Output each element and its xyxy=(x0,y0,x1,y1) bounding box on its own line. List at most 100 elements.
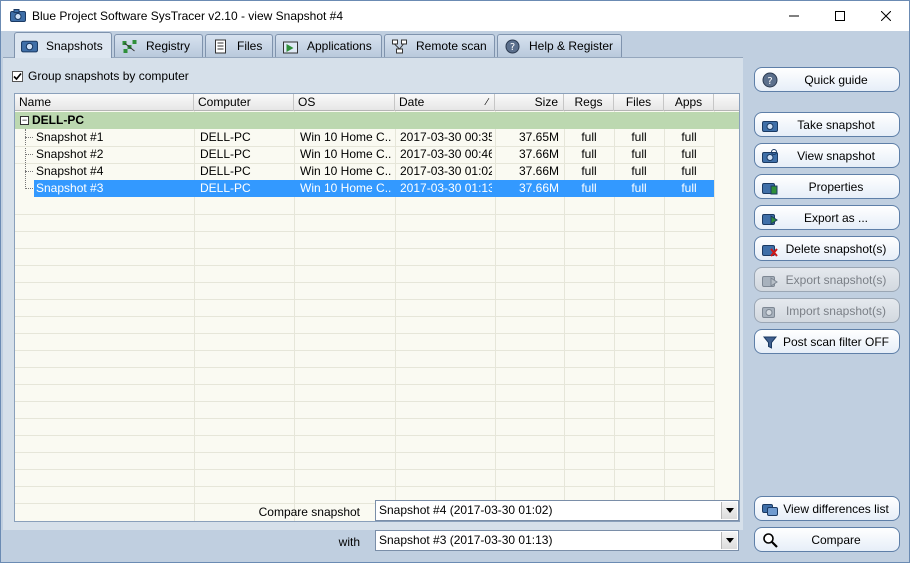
cell-os: Win 10 Home C... xyxy=(300,181,392,195)
cell-date: 2017-03-30 01:13 xyxy=(400,181,492,195)
column-header-apps[interactable]: Apps xyxy=(664,94,714,111)
camera-icon xyxy=(762,121,778,132)
minimize-icon xyxy=(789,15,799,17)
row-divider xyxy=(15,486,714,487)
view-camera-icon xyxy=(762,149,778,163)
row-divider xyxy=(15,384,714,385)
cell-size: 37.66M xyxy=(518,147,559,161)
cell-regs: full xyxy=(581,164,597,178)
compare-snapshot-select[interactable]: Snapshot #4 (2017-03-30 01:02) xyxy=(375,500,739,521)
cell-computer: DELL-PC xyxy=(200,164,251,178)
checkbox-box[interactable] xyxy=(12,70,23,82)
view-differences-button[interactable]: View differences list xyxy=(754,496,900,521)
properties-icon xyxy=(762,183,778,195)
tab-label: Remote scan xyxy=(416,39,487,53)
registry-icon xyxy=(122,39,137,53)
column-header-date[interactable]: Date ∕ xyxy=(395,94,495,111)
cell-date: 2017-03-30 00:46 xyxy=(400,147,492,161)
cell-name: Snapshot #3 xyxy=(36,181,104,195)
cell-files: full xyxy=(631,181,647,195)
group-name: DELL-PC xyxy=(32,113,84,127)
cell-files: full xyxy=(631,147,647,161)
tab-label: Applications xyxy=(307,39,372,53)
cell-files: full xyxy=(631,130,647,144)
tab-help-register[interactable]: ? Help & Register xyxy=(497,34,622,57)
column-header-files[interactable]: Files xyxy=(614,94,664,111)
dropdown-arrow-icon[interactable] xyxy=(721,502,737,519)
take-snapshot-button[interactable]: Take snapshot xyxy=(754,112,900,137)
svg-text:?: ? xyxy=(510,42,515,53)
cell-os: Win 10 Home C... xyxy=(300,147,392,161)
cell-computer: DELL-PC xyxy=(200,147,251,161)
export-snapshots-button[interactable]: Export snapshot(s) xyxy=(754,267,900,292)
table-row[interactable]: Snapshot #1 DELL-PC Win 10 Home C... 201… xyxy=(15,129,739,146)
row-divider xyxy=(15,367,714,368)
tab-label: Registry xyxy=(146,39,191,53)
row-divider xyxy=(15,231,714,232)
quick-guide-button[interactable]: ? Quick guide xyxy=(754,67,900,92)
column-header-os[interactable]: OS xyxy=(294,94,395,111)
delete-snapshots-button[interactable]: Delete snapshot(s) xyxy=(754,236,900,261)
tab-applications[interactable]: Applications xyxy=(275,34,382,57)
delete-icon xyxy=(762,245,778,257)
table-row[interactable]: Snapshot #2 DELL-PC Win 10 Home C... 201… xyxy=(15,146,739,163)
checkmark-icon xyxy=(13,72,22,80)
row-divider xyxy=(15,214,714,215)
select-value: Snapshot #3 (2017-03-30 01:13) xyxy=(379,533,553,547)
table-row[interactable]: Snapshot #4 DELL-PC Win 10 Home C... 201… xyxy=(15,163,739,180)
row-divider xyxy=(15,435,714,436)
cell-regs: full xyxy=(581,181,597,195)
cell-apps: full xyxy=(681,181,697,195)
cell-regs: full xyxy=(581,147,597,161)
row-divider xyxy=(15,333,714,334)
window-title: Blue Project Software SysTracer v2.10 - … xyxy=(32,9,344,23)
collapse-toggle-icon[interactable]: − xyxy=(20,116,29,125)
column-header-label: Date xyxy=(399,95,425,109)
checkbox-label: Group snapshots by computer xyxy=(28,69,189,83)
row-divider xyxy=(15,299,714,300)
view-snapshot-button[interactable]: View snapshot xyxy=(754,143,900,168)
post-scan-filter-button[interactable]: Post scan filter OFF xyxy=(754,329,900,354)
tab-registry[interactable]: Registry xyxy=(114,34,203,57)
cell-size: 37.66M xyxy=(518,164,559,178)
import-snapshots-button[interactable]: Import snapshot(s) xyxy=(754,298,900,323)
main-window: Snapshots Registry Files Applications Re… xyxy=(0,31,910,563)
tab-files[interactable]: Files xyxy=(205,34,273,57)
list-header: Name Computer OS Date ∕ Size Regs Files … xyxy=(15,94,739,111)
compare-snapshot-label: Compare snapshot xyxy=(258,505,360,519)
properties-button[interactable]: Properties xyxy=(754,174,900,199)
select-value: Snapshot #4 (2017-03-30 01:02) xyxy=(379,503,553,517)
tab-remote-scan[interactable]: Remote scan xyxy=(384,34,495,57)
row-divider xyxy=(15,401,714,402)
group-row[interactable]: − DELL-PC xyxy=(15,112,739,129)
close-icon xyxy=(881,11,891,21)
help-icon: ? xyxy=(762,72,778,88)
row-divider xyxy=(15,452,714,453)
column-header-regs[interactable]: Regs xyxy=(564,94,614,111)
cell-name: Snapshot #2 xyxy=(36,147,104,161)
column-header-computer[interactable]: Computer xyxy=(194,94,294,111)
snapshot-list[interactable]: Name Computer OS Date ∕ Size Regs Files … xyxy=(14,93,740,522)
maximize-icon xyxy=(835,11,845,21)
export-as-button[interactable]: Export as ... xyxy=(754,205,900,230)
files-icon xyxy=(215,39,226,53)
tab-snapshots[interactable]: Snapshots xyxy=(14,32,112,58)
column-header-name[interactable]: Name xyxy=(15,94,194,111)
close-button[interactable] xyxy=(863,1,909,31)
maximize-button[interactable] xyxy=(817,1,863,31)
help-icon: ? xyxy=(505,39,520,53)
cell-os: Win 10 Home C... xyxy=(300,130,392,144)
network-icon xyxy=(392,39,407,53)
tab-strip: Snapshots Registry Files Applications Re… xyxy=(1,31,909,58)
compare-with-select[interactable]: Snapshot #3 (2017-03-30 01:13) xyxy=(375,530,739,551)
group-by-computer-checkbox[interactable]: Group snapshots by computer xyxy=(12,69,189,83)
dropdown-arrow-icon[interactable] xyxy=(721,532,737,549)
row-divider xyxy=(15,418,714,419)
compare-button[interactable]: Compare xyxy=(754,527,900,552)
row-divider xyxy=(15,469,714,470)
magnifier-icon xyxy=(763,533,778,548)
minimize-button[interactable] xyxy=(771,1,817,31)
row-divider xyxy=(15,350,714,351)
column-header-size[interactable]: Size xyxy=(495,94,564,111)
table-row-selected[interactable]: Snapshot #3 DELL-PC Win 10 Home C... 201… xyxy=(15,180,739,197)
